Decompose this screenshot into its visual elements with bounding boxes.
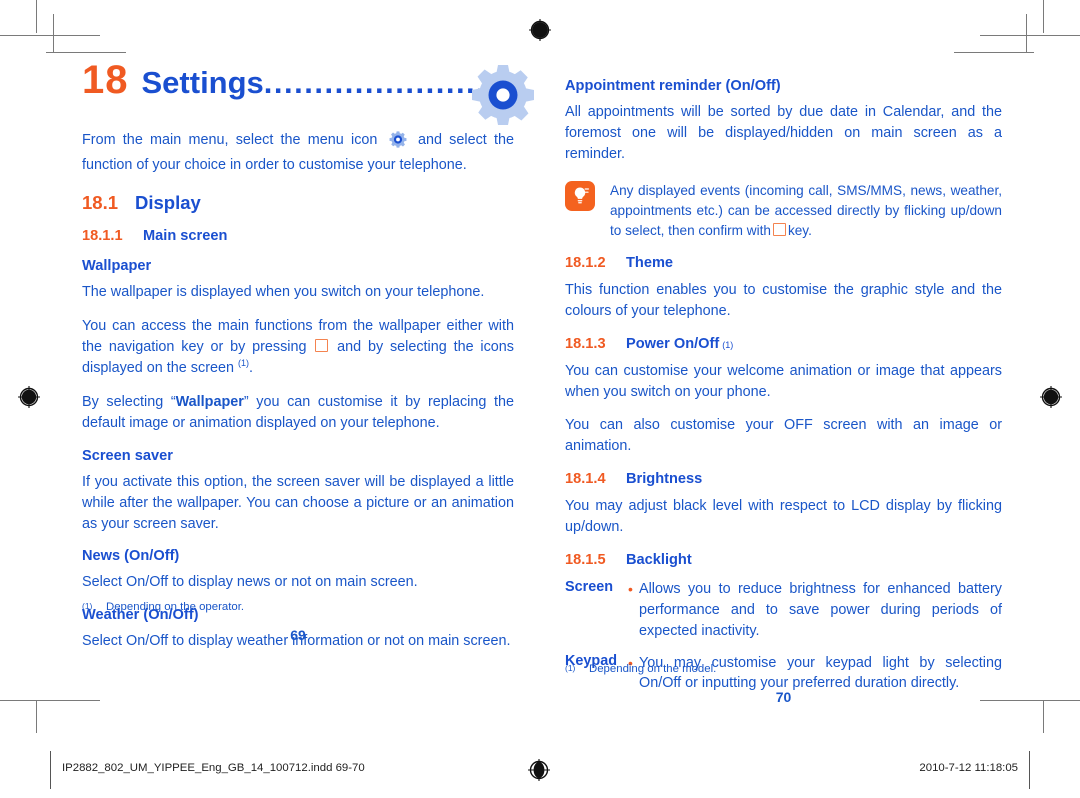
registration-target-icon-footer xyxy=(526,757,552,783)
bullet-icon-screen: • xyxy=(628,580,633,597)
status-bar-rule-right xyxy=(1029,751,1030,789)
power-paragraph-2: You can also customise your OFF screen w… xyxy=(565,417,1002,455)
section-number: 18.1 xyxy=(82,191,119,213)
theme-paragraph: This function enables you to customise t… xyxy=(565,281,1002,319)
power-title: Power On/Off xyxy=(626,335,720,352)
status-bar-rule-left xyxy=(50,751,51,789)
ok-key-glyph-icon-tip xyxy=(772,222,786,236)
footnote-text-right: Depending on the model. xyxy=(589,663,717,676)
page-number-right: 70 xyxy=(775,689,792,706)
heading-news: News (On/Off) xyxy=(82,548,180,565)
heading-appointment-reminder: Appointment reminder (On/Off) xyxy=(565,78,781,94)
heading-wallpaper: Wallpaper xyxy=(82,257,152,274)
power-paragraph-1: You can customise your welcome animation… xyxy=(565,362,1002,400)
wallpaper-paragraph-1: The wallpaper is displayed when you swit… xyxy=(82,283,485,300)
right-page-column: Appointment reminder (On/Off) All appoin… xyxy=(565,22,1002,705)
subsection-title: Main screen xyxy=(143,227,228,244)
subsection-heading-brightness: 18.1.4 Brightness xyxy=(565,471,1002,487)
screen-saver-paragraph: If you activate this option, the screen … xyxy=(82,473,514,532)
wallpaper-paragraph-2: You can access the main functions from t… xyxy=(82,317,514,377)
footnote-ref-operator: (1) xyxy=(238,358,249,369)
theme-number: 18.1.2 xyxy=(565,254,606,271)
wallpaper-paragraph-3: By selecting “Wallpaper” you can customi… xyxy=(82,392,514,434)
tip-box: Any displayed events (incoming call, SMS… xyxy=(565,180,1002,241)
lightbulb-tip-icon xyxy=(565,180,595,211)
backlight-title: Backlight xyxy=(626,551,692,568)
status-date-time: 2010-7-12 11:18:05 xyxy=(919,762,1018,774)
gear-icon-inline xyxy=(389,131,407,155)
power-number: 18.1.3 xyxy=(565,335,606,352)
subsection-heading-backlight: 18.1.5 Backlight xyxy=(565,552,1002,568)
backlight-desc-screen: Allows you to reduce brightness for enha… xyxy=(639,580,1002,639)
section-heading-display: 18.1 Display xyxy=(82,192,514,214)
brightness-paragraph: You may adjust black level with respect … xyxy=(565,498,1002,536)
left-page-column: 18 Settings .......................... F… xyxy=(82,58,534,665)
brightness-title: Brightness xyxy=(626,471,703,488)
gear-icon xyxy=(470,64,536,126)
chapter-name: Settings xyxy=(141,65,264,100)
subsection-number: 18.1.1 xyxy=(82,227,123,244)
footnote-text-left: Depending on the operator. xyxy=(106,601,245,614)
footnote-mark-left: (1) xyxy=(82,601,93,612)
news-paragraph: Select On/Off to display news or not on … xyxy=(82,574,418,591)
footnote-ref-model: (1) xyxy=(722,339,734,350)
tip-text-after-key: key. xyxy=(787,222,812,238)
backlight-number: 18.1.5 xyxy=(565,551,606,568)
document-page: 18 Settings .......................... F… xyxy=(0,0,1080,740)
backlight-term-screen: Screen xyxy=(565,578,613,595)
brightness-number: 18.1.4 xyxy=(565,471,606,488)
wallpaper-lead-text: By selecting “ xyxy=(82,394,176,411)
section-title: Display xyxy=(135,191,201,213)
appointment-reminder-paragraph: All appointments will be sorted by due d… xyxy=(565,104,1002,162)
tip-text: Any displayed events (incoming call, SMS… xyxy=(610,181,1002,241)
backlight-row-screen: Screen • Allows you to reduce brightness… xyxy=(565,579,1002,642)
chapter-number: 18 xyxy=(82,58,129,102)
status-bar: IP2882_802_UM_YIPPEE_Eng_GB_14_100712.in… xyxy=(0,742,1080,798)
footnote-left: (1) Depending on the operator. xyxy=(82,601,244,613)
intro-text-before-icon: From the main menu, select the menu icon xyxy=(82,132,378,148)
ok-key-glyph-icon xyxy=(315,338,329,352)
wallpaper-emphasis: Wallpaper xyxy=(175,394,244,411)
heading-screen-saver: Screen saver xyxy=(82,447,173,464)
theme-title: Theme xyxy=(626,254,674,271)
chapter-title: 18 Settings .......................... xyxy=(82,58,534,125)
subsection-heading-main-screen: 18.1.1 Main screen xyxy=(82,228,514,244)
intro-paragraph: From the main menu, select the menu icon xyxy=(82,130,514,176)
subsection-heading-theme: 18.1.2 Theme xyxy=(565,255,1002,271)
status-file-name: IP2882_802_UM_YIPPEE_Eng_GB_14_100712.in… xyxy=(62,762,365,774)
page-number-left: 69 xyxy=(290,627,306,644)
footnote-right: (1) Depending on the model. xyxy=(565,663,716,675)
subsection-heading-power-on-off: 18.1.3 Power On/Off (1) xyxy=(565,336,1002,352)
footnote-mark-right: (1) xyxy=(565,663,576,674)
